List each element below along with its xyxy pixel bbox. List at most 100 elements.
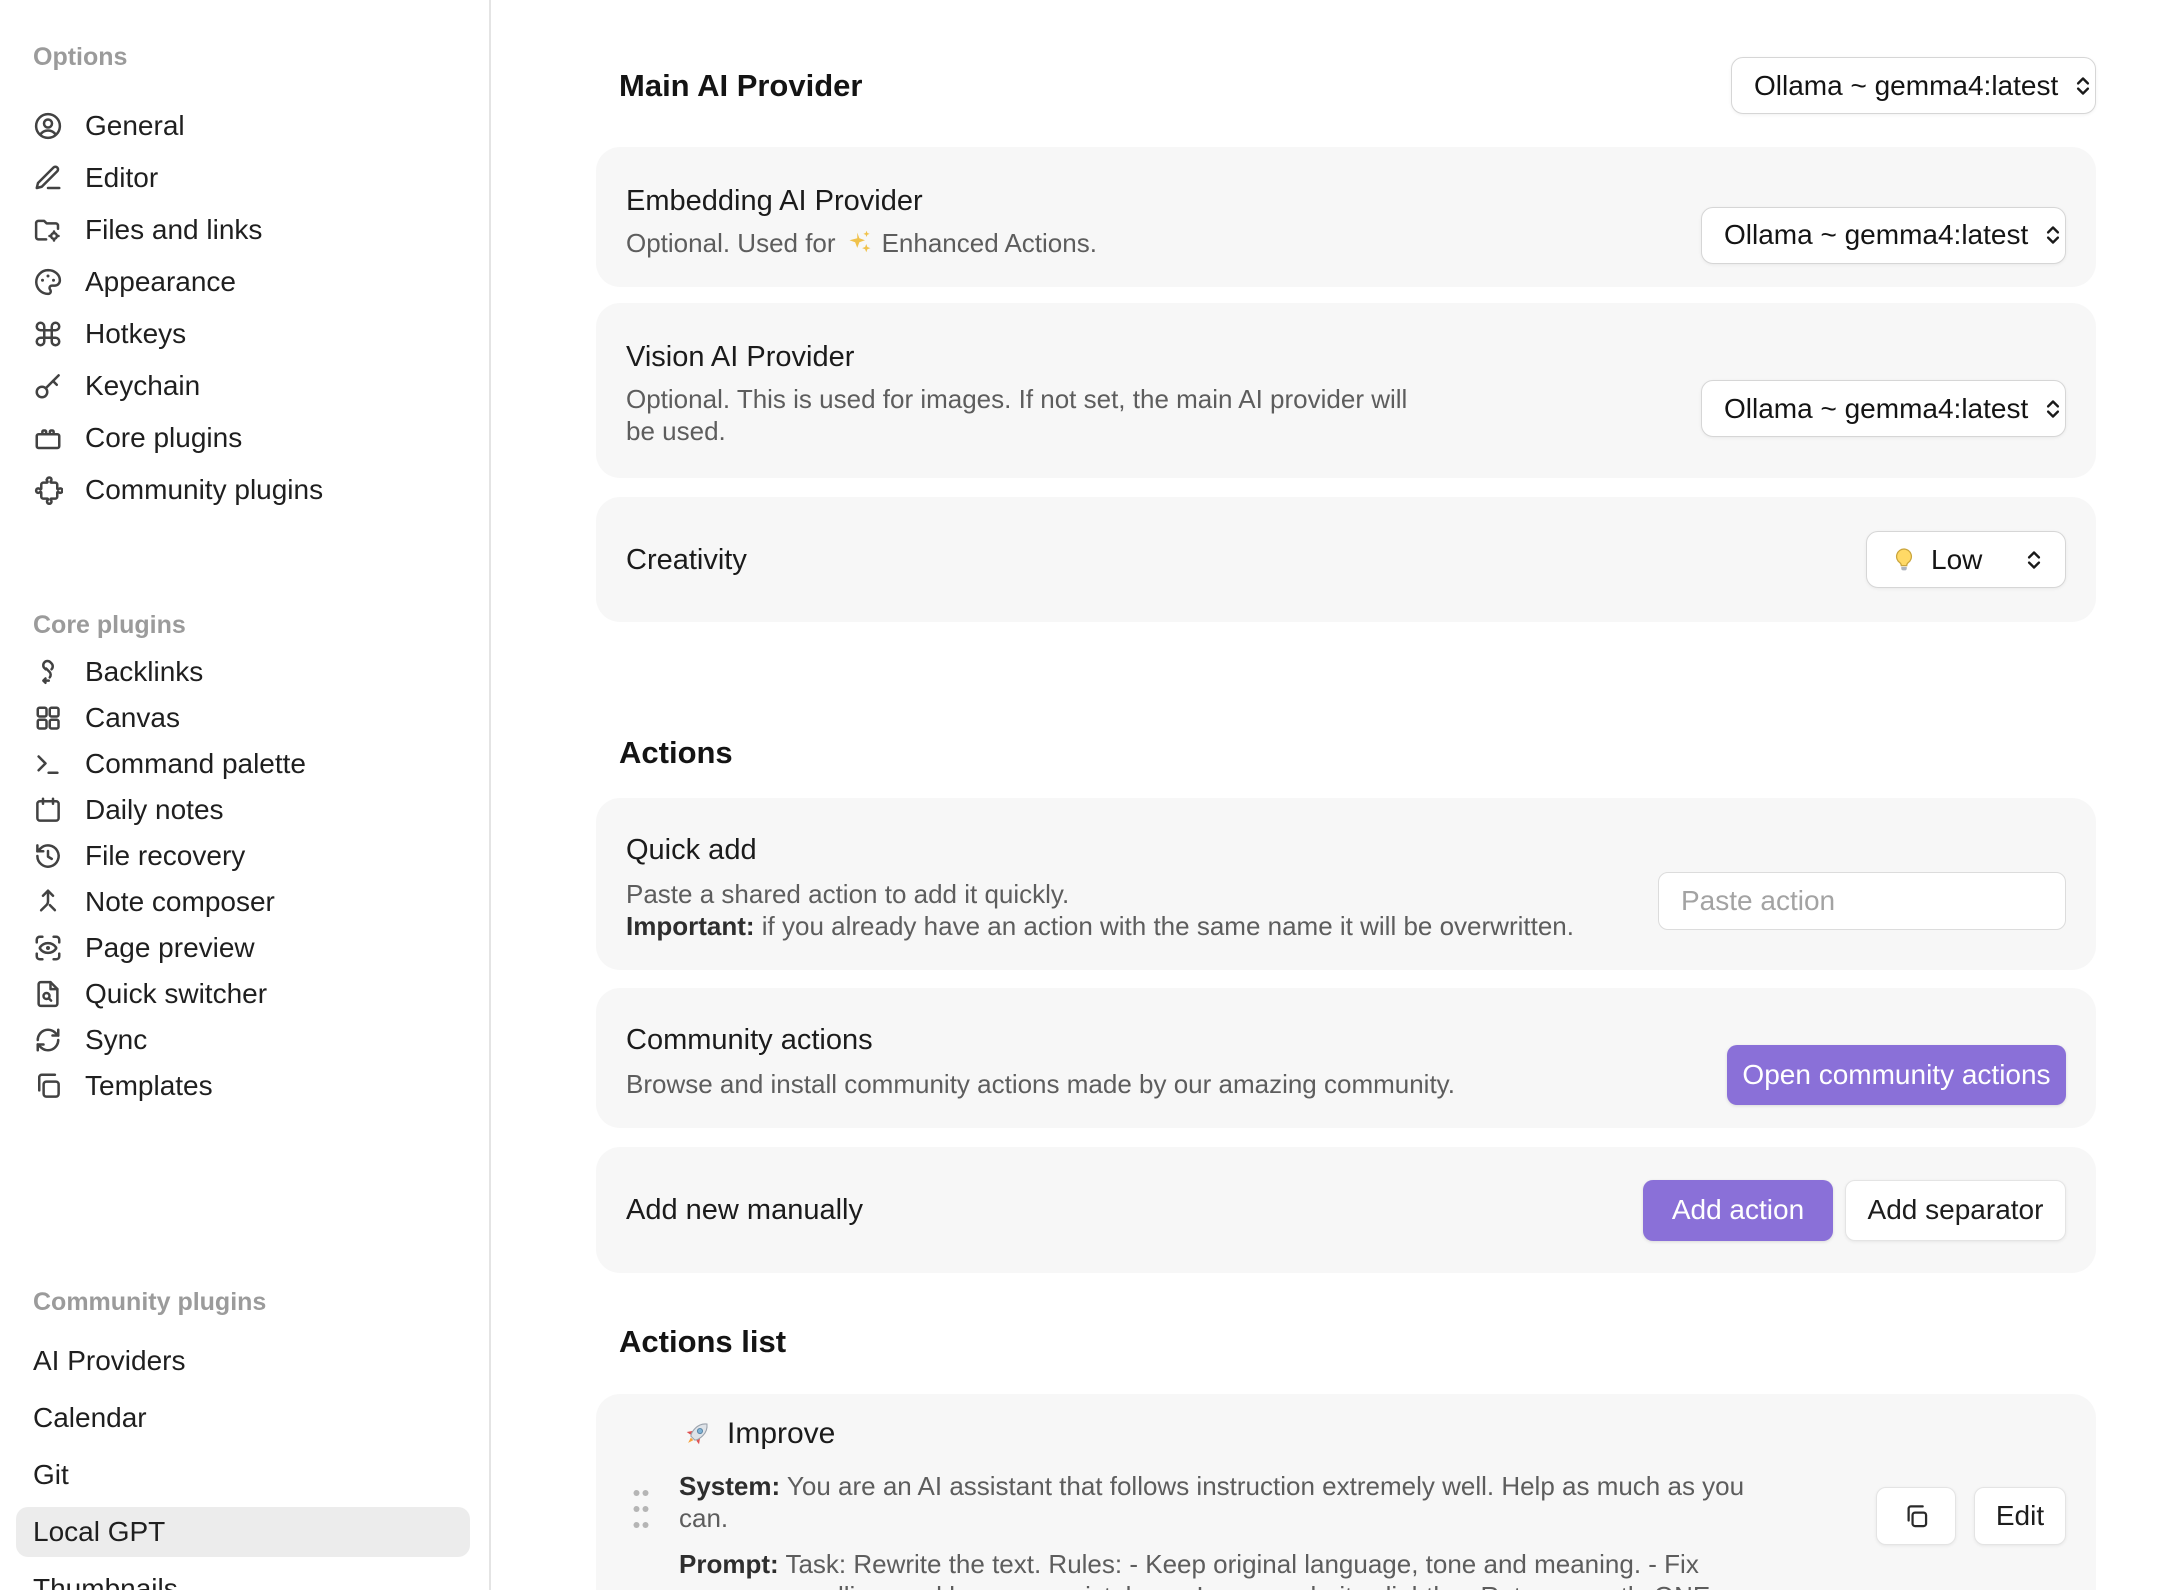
user-circle-icon xyxy=(33,111,63,141)
sidebar-item-label: Files and links xyxy=(85,214,262,246)
sidebar-item-label: Appearance xyxy=(85,266,236,298)
action-item-title: Improve xyxy=(727,1416,835,1452)
command-icon xyxy=(33,319,63,349)
sidebar-heading-options: Options xyxy=(33,42,479,72)
sidebar-item-quick-switcher[interactable]: Quick switcher xyxy=(33,971,479,1017)
sidebar-item-sync[interactable]: Sync xyxy=(33,1017,479,1063)
vision-ai-provider-label: Vision AI Provider xyxy=(626,339,1426,375)
main-ai-provider-value: Ollama ~ gemma4:latest xyxy=(1754,70,2058,102)
embedding-ai-provider-select[interactable]: Ollama ~ gemma4:latest xyxy=(1701,207,2066,264)
paste-action-input[interactable] xyxy=(1658,872,2066,930)
sidebar-item-git[interactable]: Git xyxy=(33,1446,479,1503)
desc-text: Paste a shared action to add it quickly. xyxy=(626,879,1069,909)
palette-icon xyxy=(33,267,63,297)
settings-content: Main AI Provider Ollama ~ gemma4:latest … xyxy=(491,0,2182,1590)
sidebar-item-label: Backlinks xyxy=(85,656,203,688)
sidebar-item-label: Daily notes xyxy=(85,794,224,826)
add-separator-button[interactable]: Add separator xyxy=(1845,1180,2066,1241)
sidebar-item-label: AI Providers xyxy=(33,1345,186,1377)
sidebar-item-files-and-links[interactable]: Files and links xyxy=(33,204,479,256)
vision-ai-provider-select[interactable]: Ollama ~ gemma4:latest xyxy=(1701,380,2066,437)
sidebar-item-label: Note composer xyxy=(85,886,275,918)
sidebar-item-templates[interactable]: Templates xyxy=(33,1063,479,1109)
sidebar-item-file-recovery[interactable]: File recovery xyxy=(33,833,479,879)
system-text: You are an AI assistant that follows ins… xyxy=(679,1471,1744,1533)
backlink-icon xyxy=(33,657,63,687)
edit-action-button[interactable]: Edit xyxy=(1974,1487,2066,1545)
folder-gear-icon xyxy=(33,215,63,245)
vision-ai-provider-desc: Optional. This is used for images. If no… xyxy=(626,383,1426,447)
sidebar-item-note-composer[interactable]: Note composer xyxy=(33,879,479,925)
toy-brick-icon xyxy=(33,423,63,453)
community-actions-label: Community actions xyxy=(626,1022,1455,1058)
sidebar-section-options: Options General Editor Files and links A… xyxy=(33,42,479,516)
scan-eye-icon xyxy=(33,933,63,963)
key-icon xyxy=(33,371,63,401)
sidebar-item-community-plugins[interactable]: Community plugins xyxy=(33,464,479,516)
file-search-icon xyxy=(33,979,63,1009)
sidebar-item-label: Git xyxy=(33,1459,69,1491)
sidebar-item-calendar[interactable]: Calendar xyxy=(33,1389,479,1446)
chevron-up-down-icon xyxy=(2040,222,2066,248)
vision-ai-provider-card: Vision AI Provider Optional. This is use… xyxy=(596,303,2096,478)
rocket-icon xyxy=(679,1416,715,1452)
creativity-select[interactable]: Low xyxy=(1866,531,2066,588)
sidebar-item-command-palette[interactable]: Command palette xyxy=(33,741,479,787)
desc-text: Enhanced Actions. xyxy=(882,228,1097,258)
sidebar-item-thumbnails[interactable]: Thumbnails xyxy=(33,1560,479,1590)
pencil-line-icon xyxy=(33,163,63,193)
desc-text: if you already have an action with the s… xyxy=(762,911,1574,941)
sidebar-item-editor[interactable]: Editor xyxy=(33,152,479,204)
sidebar-item-appearance[interactable]: Appearance xyxy=(33,256,479,308)
sidebar-heading-community-plugins: Community plugins xyxy=(33,1287,479,1317)
add-action-button[interactable]: Add action xyxy=(1643,1180,1833,1241)
sidebar-item-local-gpt[interactable]: Local GPT xyxy=(16,1507,470,1557)
sidebar-item-ai-providers[interactable]: AI Providers xyxy=(33,1332,479,1389)
quick-add-label: Quick add xyxy=(626,832,1574,868)
sidebar-item-page-preview[interactable]: Page preview xyxy=(33,925,479,971)
sidebar-item-keychain[interactable]: Keychain xyxy=(33,360,479,412)
actions-list-heading: Actions list xyxy=(619,1323,2096,1360)
action-item-buttons: Edit xyxy=(1876,1487,2066,1590)
sidebar-item-label: Page preview xyxy=(85,932,255,964)
sidebar-item-daily-notes[interactable]: Daily notes xyxy=(33,787,479,833)
sidebar-item-backlinks[interactable]: Backlinks xyxy=(33,649,479,695)
main-ai-provider-select[interactable]: Ollama ~ gemma4:latest xyxy=(1731,57,2096,114)
sidebar-item-hotkeys[interactable]: Hotkeys xyxy=(33,308,479,360)
sidebar-section-community-plugins: Community plugins AI Providers Calendar … xyxy=(33,1287,479,1590)
sidebar-item-canvas[interactable]: Canvas xyxy=(33,695,479,741)
copy-action-button[interactable] xyxy=(1876,1487,1956,1545)
sidebar-item-label: Community plugins xyxy=(85,474,323,506)
community-actions-desc: Browse and install community actions mad… xyxy=(626,1068,1455,1100)
sidebar-item-label: Templates xyxy=(85,1070,213,1102)
settings-window: Options General Editor Files and links A… xyxy=(0,0,2182,1590)
bulb-icon xyxy=(1889,545,1919,575)
puzzle-icon xyxy=(33,475,63,505)
refresh-icon xyxy=(33,1025,63,1055)
chevron-up-down-icon xyxy=(2040,396,2066,422)
chevron-up-down-icon xyxy=(2021,547,2047,573)
creativity-card: Creativity Low xyxy=(596,497,2096,622)
main-ai-provider-label: Main AI Provider xyxy=(619,67,862,104)
open-community-actions-button[interactable]: Open community actions xyxy=(1727,1045,2066,1105)
desc-text: Optional. Used for xyxy=(626,228,836,258)
copy-icon xyxy=(1903,1503,1930,1530)
creativity-value: Low xyxy=(1931,544,1982,576)
sidebar-item-label: Canvas xyxy=(85,702,180,734)
drag-handle-icon[interactable] xyxy=(632,1487,650,1536)
add-new-manually-label: Add new manually xyxy=(626,1192,863,1228)
sidebar-item-label: Sync xyxy=(85,1024,147,1056)
embedding-ai-provider-card: Embedding AI Provider Optional. Used for… xyxy=(596,147,2096,287)
sidebar-item-label: Calendar xyxy=(33,1402,147,1434)
important-label: Important: xyxy=(626,911,755,941)
action-list-item-improve: Improve System: You are an AI assistant … xyxy=(596,1394,2096,1590)
sidebar-item-label: Thumbnails xyxy=(33,1573,178,1590)
action-item-title-row: Improve xyxy=(679,1416,1852,1452)
quick-add-card: Quick add Paste a shared action to add i… xyxy=(596,798,2096,970)
sidebar-item-general[interactable]: General xyxy=(33,100,479,152)
prompt-text: Task: Rewrite the text. Rules: - Keep or… xyxy=(679,1549,1710,1590)
sidebar-item-label: Core plugins xyxy=(85,422,242,454)
embedding-ai-provider-value: Ollama ~ gemma4:latest xyxy=(1724,219,2028,251)
settings-sidebar: Options General Editor Files and links A… xyxy=(0,0,491,1590)
sidebar-item-core-plugins[interactable]: Core plugins xyxy=(33,412,479,464)
